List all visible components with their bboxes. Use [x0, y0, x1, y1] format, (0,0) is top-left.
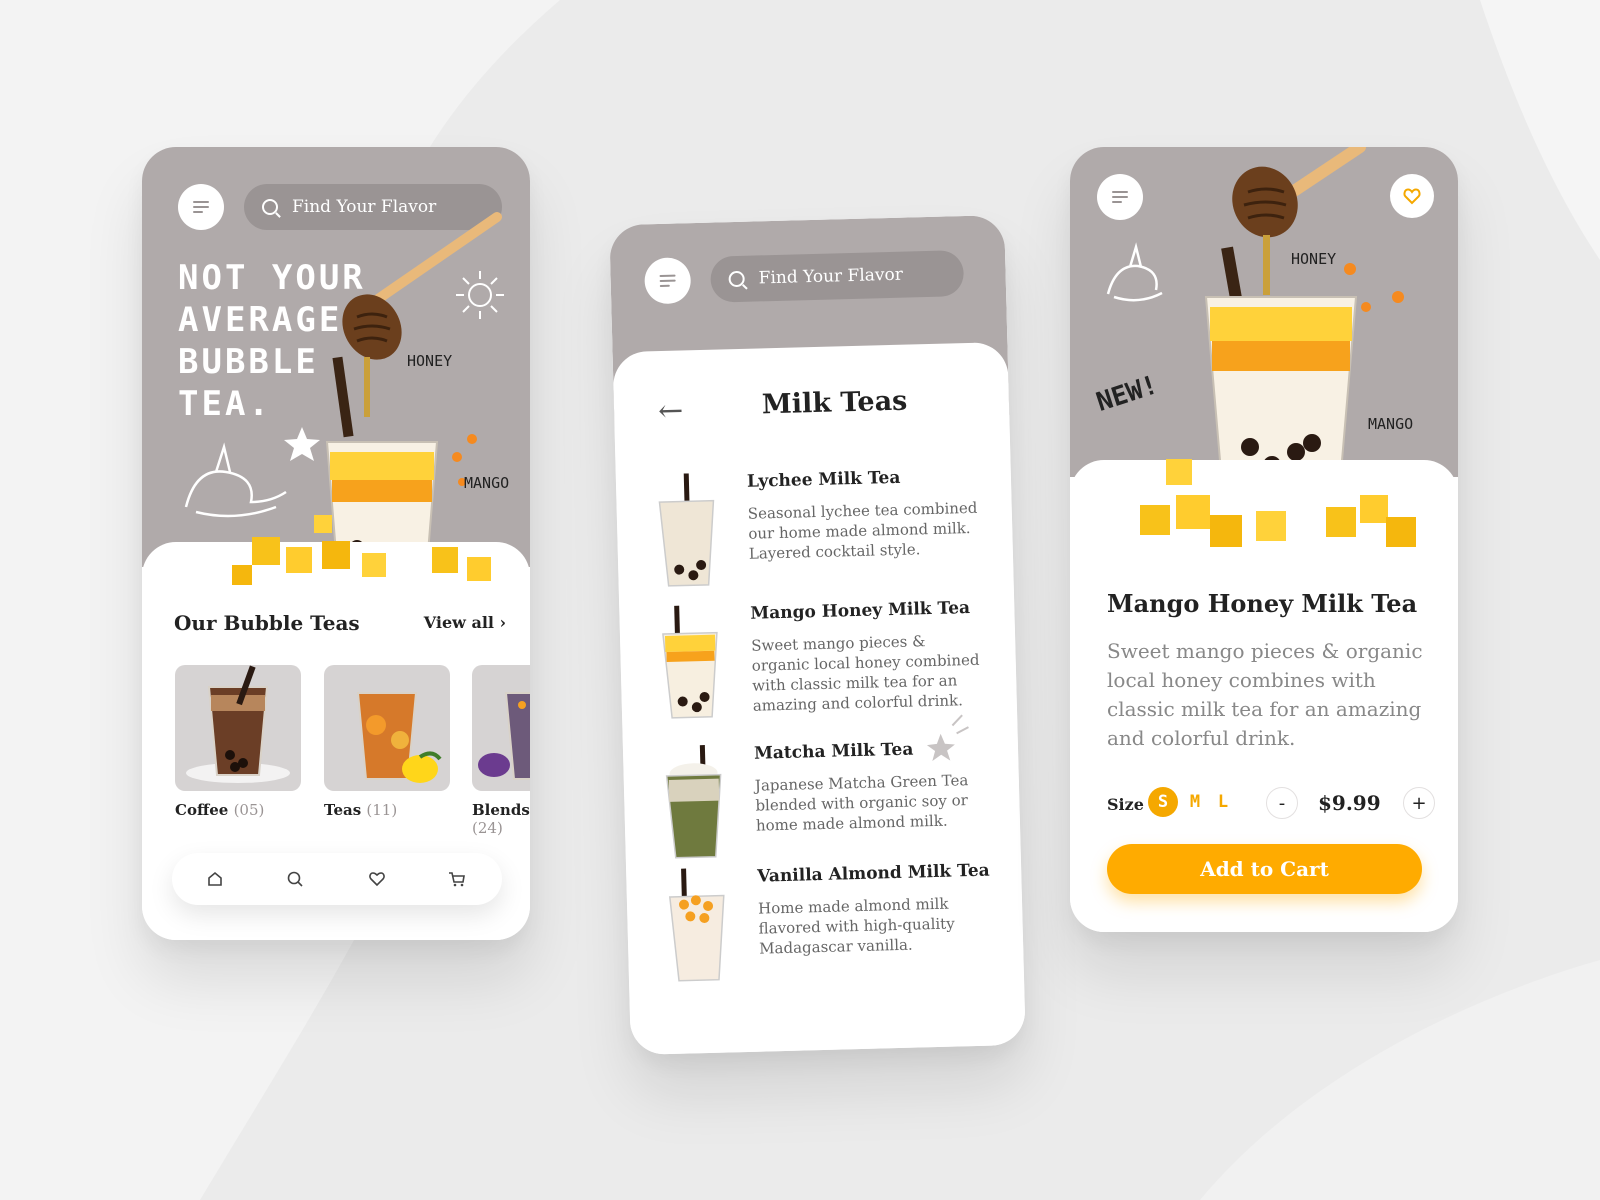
blends-drink-image — [478, 692, 530, 780]
chevron-right-icon: › — [499, 613, 506, 632]
category-card-coffee[interactable] — [175, 665, 301, 791]
view-all-label: View all — [423, 613, 495, 632]
product-description: Sweet mango pieces & organic local honey… — [1107, 639, 1423, 750]
milk-teas-screen: Find Your Flavor ← Milk Teas Lychee Milk… — [609, 214, 1026, 1056]
search-input[interactable]: Find Your Flavor — [710, 250, 965, 303]
menu-icon — [1112, 191, 1128, 203]
product-price: $9.99 — [1318, 791, 1381, 815]
menu-icon — [193, 201, 209, 213]
menu-button[interactable] — [1097, 174, 1143, 220]
item-name: Matcha Milk Tea — [753, 739, 914, 764]
coffee-drink-image — [186, 665, 290, 783]
category-label-blends: Blends (24) — [472, 801, 530, 837]
size-option-m[interactable]: M — [1180, 787, 1210, 817]
quantity-minus-button[interactable]: - — [1266, 787, 1298, 819]
mango-label: MANGO — [1368, 415, 1414, 433]
add-to-cart-button[interactable]: Add to Cart — [1107, 844, 1422, 894]
honey-label: HONEY — [1291, 250, 1337, 268]
search-placeholder: Find Your Flavor — [758, 264, 904, 289]
category-label-teas: Teas (11) — [324, 801, 398, 819]
item-name: Lychee Milk Tea — [746, 467, 901, 492]
bottom-nav — [172, 853, 502, 905]
menu-icon — [659, 274, 676, 287]
view-all-link[interactable]: View all › — [424, 613, 506, 632]
home-screen: Find Your Flavor NOT YOUR AVERAGE BUBBLE… — [142, 147, 530, 940]
item-description: Sweet mango pieces & organic local honey… — [751, 632, 980, 715]
mango-label: MANGO — [464, 474, 510, 492]
matcha-tea-thumb — [665, 744, 722, 859]
size-label: Size — [1107, 795, 1144, 814]
heart-icon[interactable] — [368, 870, 386, 888]
page-title: Milk Teas — [761, 385, 908, 421]
item-description: Home made almond milk flavored with high… — [757, 894, 955, 958]
search-icon[interactable] — [286, 870, 304, 888]
star-icon — [284, 427, 320, 461]
quantity-plus-button[interactable]: + — [1403, 787, 1435, 819]
product-name: Mango Honey Milk Tea — [1107, 589, 1418, 618]
honey-label: HONEY — [407, 352, 453, 370]
category-label-coffee: Coffee (05) — [175, 801, 265, 819]
section-title: Our Bubble Teas — [174, 611, 360, 635]
home-icon[interactable] — [206, 870, 224, 888]
back-arrow-icon[interactable]: ← — [658, 393, 684, 429]
lychee-tea-thumb — [658, 473, 715, 587]
size-option-s[interactable]: S — [1148, 787, 1178, 817]
mango-cubes — [1140, 459, 1416, 547]
star-doodle-icon — [926, 714, 969, 762]
cart-icon[interactable] — [448, 870, 466, 888]
search-icon — [262, 199, 278, 215]
size-option-l[interactable]: L — [1208, 787, 1238, 817]
mango-honey-tea-thumb — [662, 605, 718, 719]
item-description: Seasonal lychee tea combined our home ma… — [747, 498, 978, 563]
menu-button[interactable] — [178, 184, 224, 230]
search-icon — [728, 270, 745, 288]
item-description: Japanese Matcha Green Tea blended with o… — [754, 771, 969, 835]
category-card-teas[interactable] — [324, 665, 450, 791]
product-detail-screen: HONEY MANGO NEW! Mango Honey Milk Tea Sw… — [1070, 147, 1458, 932]
unicorn-doodle — [1106, 242, 1163, 302]
mango-cubes — [232, 515, 491, 585]
sun-doodle — [456, 271, 504, 319]
vanilla-almond-tea-thumb — [668, 868, 725, 982]
teas-drink-image — [356, 692, 442, 783]
category-card-blends[interactable] — [472, 665, 530, 791]
